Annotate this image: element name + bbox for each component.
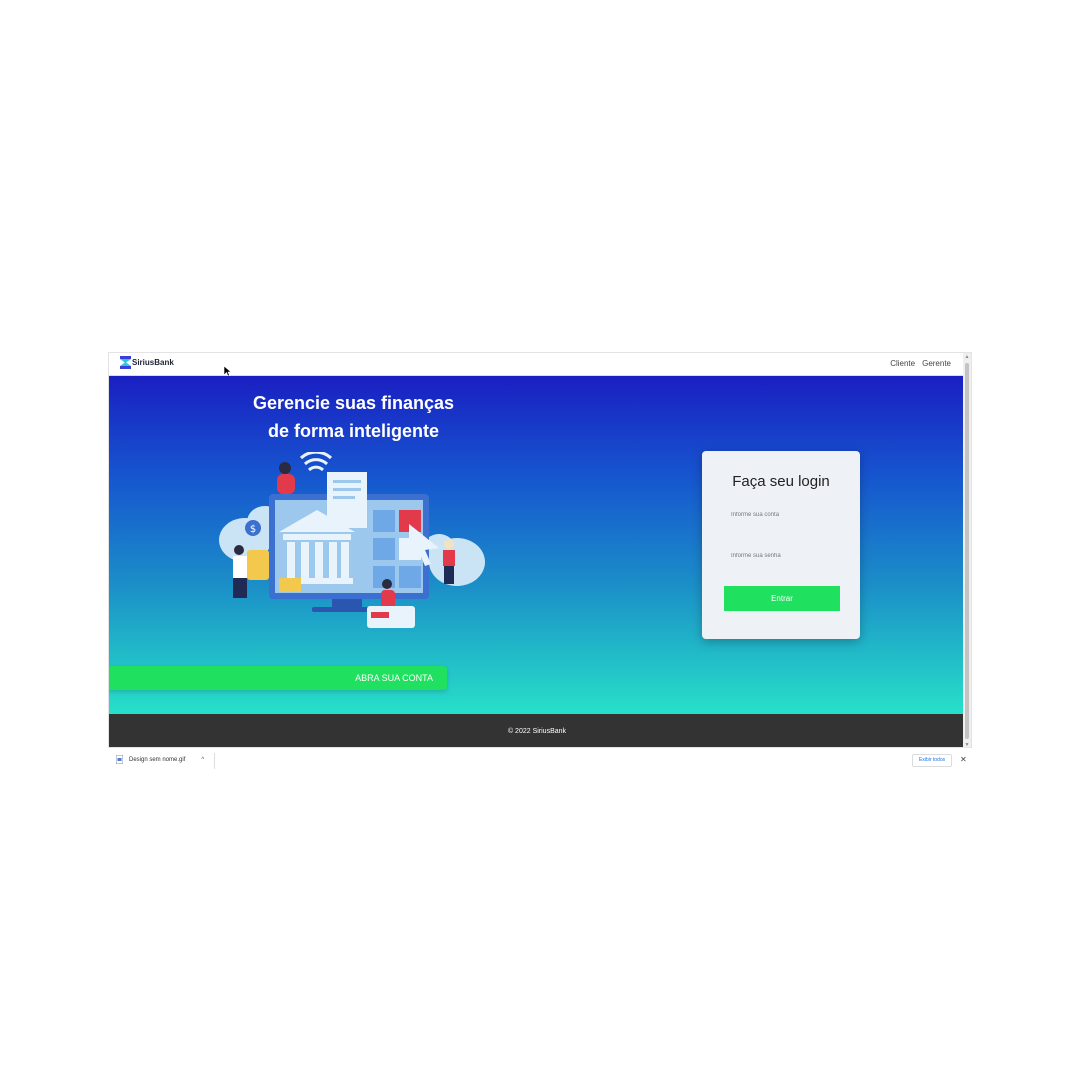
browser-window: SiriusBank Cliente Gerente Gerencie suas… [108, 352, 972, 748]
footer: © 2022 SiriusBank [109, 714, 965, 747]
hero-title-line-1: Gerencie suas finanças [252, 393, 455, 413]
footer-copyright: © 2022 SiriusBank [507, 728, 567, 735]
login-card: Faça seu login Entrar [702, 451, 860, 639]
download-bar: Design sem nome.gif ^ Exibir todos ✕ [108, 751, 972, 771]
hero-title: Gerencie suas finanças de forma intelige… [221, 389, 486, 445]
vertical-scrollbar[interactable]: ▲ ▼ [963, 353, 971, 747]
scrollbar-thumb[interactable] [965, 363, 969, 739]
top-navbar: SiriusBank Cliente Gerente [109, 353, 965, 376]
login-title: Faça seu login [732, 473, 830, 490]
open-account-button[interactable]: ABRA SUA CONTA [109, 666, 447, 690]
account-input[interactable] [726, 504, 838, 526]
svg-text:$: $ [250, 524, 256, 535]
nav-links: Cliente Gerente [890, 359, 951, 368]
sirius-logo-icon [120, 356, 131, 369]
login-submit-button[interactable]: Entrar [724, 586, 840, 611]
mouse-pointer-icon [224, 366, 232, 376]
gif-file-icon [116, 755, 123, 764]
hero-title-line-2: de forma inteligente [267, 421, 440, 441]
nav-link-gerente[interactable]: Gerente [922, 359, 951, 368]
hero-section: Gerencie suas finanças de forma intelige… [109, 376, 965, 714]
nav-link-cliente[interactable]: Cliente [890, 359, 915, 368]
password-input[interactable] [726, 545, 838, 567]
download-file-name: Design sem nome.gif [129, 756, 186, 763]
brand[interactable]: SiriusBank [120, 356, 174, 369]
close-icon[interactable]: ✕ [960, 755, 967, 765]
scroll-down-arrow-icon[interactable]: ▼ [964, 742, 970, 747]
download-item[interactable]: Design sem nome.gif ^ [116, 755, 204, 764]
finance-illustration: $ [219, 452, 485, 628]
brand-name: SiriusBank [132, 358, 174, 367]
scroll-up-arrow-icon[interactable]: ▲ [964, 354, 970, 360]
show-all-downloads-button[interactable]: Exibir todos [912, 754, 953, 767]
chevron-up-icon[interactable]: ^ [201, 757, 204, 763]
download-divider [214, 753, 215, 769]
